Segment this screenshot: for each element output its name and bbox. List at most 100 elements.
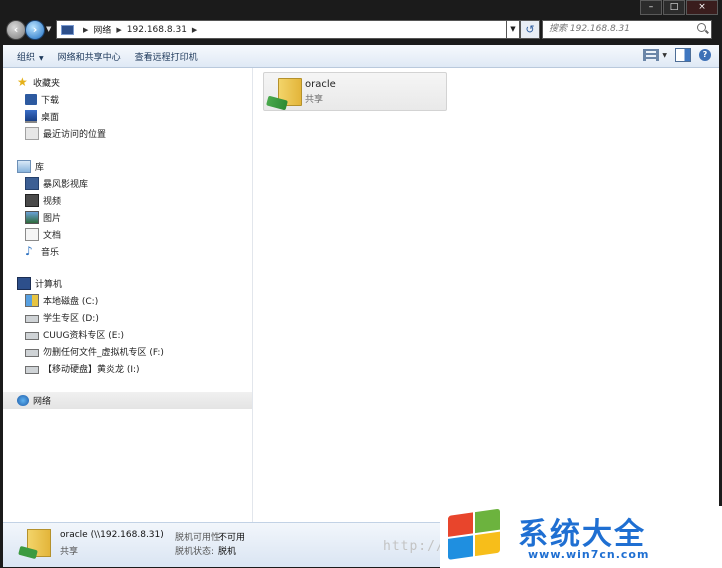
breadcrumb-network[interactable]: 网络	[93, 23, 111, 36]
sidebar-item-label: 下载	[41, 96, 60, 106]
organize-label: 组织	[17, 52, 36, 63]
download-icon	[25, 94, 37, 105]
library-icon	[17, 160, 31, 173]
favorites-header[interactable]: ★ 收藏夹	[3, 74, 252, 91]
watermark-logo: 系统大全 www.win7cn.com	[440, 506, 722, 568]
maximize-button[interactable]: □	[663, 0, 685, 15]
sidebar-item-label: 【移动硬盘】黄炎龙 (I:)	[43, 365, 140, 375]
back-button[interactable]: ‹	[6, 20, 26, 40]
sidebar-item-music[interactable]: ♪ 音乐	[3, 243, 252, 260]
search-icon[interactable]	[697, 23, 706, 32]
star-icon: ★	[17, 75, 28, 89]
close-button[interactable]: ×	[686, 0, 718, 15]
preview-pane-icon[interactable]	[675, 48, 691, 62]
search-input[interactable]	[543, 21, 689, 36]
document-icon	[25, 228, 39, 241]
watermark-title: 系统大全	[518, 517, 646, 552]
network-header[interactable]: 网络	[3, 392, 252, 409]
sidebar-item-drive-c[interactable]: 本地磁盘 (C:)	[3, 292, 252, 309]
refresh-button[interactable]: ↺	[520, 20, 540, 39]
disk-icon	[25, 315, 39, 323]
details-type: 共享	[60, 547, 79, 557]
sidebar-item-pictures[interactable]: 图片	[3, 209, 252, 226]
chevron-down-icon[interactable]: ▼	[662, 52, 667, 59]
sidebar-item-baofeng[interactable]: 暴风影视库	[3, 175, 252, 192]
computer-label: 计算机	[35, 280, 63, 290]
libraries-header[interactable]: 库	[3, 158, 252, 175]
picture-icon	[25, 211, 39, 224]
network-label: 网络	[33, 397, 52, 407]
sidebar-item-drive-i[interactable]: 【移动硬盘】黄炎龙 (I:)	[3, 360, 252, 377]
watermark-url: http://	[383, 539, 445, 554]
sidebar-item-label: 视频	[43, 197, 62, 207]
offline-availability-value: 不可用	[218, 533, 246, 543]
forward-button[interactable]: ›	[25, 20, 45, 40]
sidebar-item-videos[interactable]: 视频	[3, 192, 252, 209]
item-type: 共享	[305, 95, 324, 105]
refresh-icon: ↺	[525, 23, 535, 36]
sidebar-item-drive-d[interactable]: 学生专区 (D:)	[3, 309, 252, 326]
libraries-group: 库 暴风影视库 视频 图片 文档 ♪ 音乐	[3, 158, 252, 260]
video-icon	[25, 194, 39, 207]
minimize-button[interactable]: –	[640, 0, 662, 15]
recent-places-icon	[25, 127, 39, 140]
network-group: 网络	[3, 392, 252, 409]
offline-status-value: 脱机	[218, 547, 237, 557]
sidebar-item-label: 桌面	[41, 113, 60, 123]
sidebar-item-label: 图片	[43, 214, 62, 224]
sidebar-item-label: 学生专区 (D:)	[43, 314, 99, 324]
libraries-label: 库	[35, 163, 45, 173]
sidebar-item-recent[interactable]: 最近访问的位置	[3, 125, 252, 142]
list-item[interactable]: oracle 共享	[263, 72, 447, 111]
view-options-icon[interactable]	[643, 49, 660, 61]
computer-icon	[17, 277, 31, 290]
system-disk-icon	[25, 294, 39, 307]
sidebar-item-drive-f[interactable]: 勿删任何文件_虚拟机专区 (F:)	[3, 343, 252, 360]
sidebar-item-label: 本地磁盘 (C:)	[43, 297, 99, 307]
watermark-site: www.win7cn.com	[528, 548, 650, 561]
music-icon: ♪	[25, 244, 33, 258]
view-controls: ▼ ?	[635, 48, 711, 62]
help-icon[interactable]: ?	[699, 49, 711, 61]
arrow-left-icon: ‹	[13, 23, 19, 36]
sidebar-item-documents[interactable]: 文档	[3, 226, 252, 243]
sidebar-item-label: 音乐	[41, 248, 60, 258]
favorites-label: 收藏夹	[33, 79, 61, 89]
file-list: oracle 共享	[253, 68, 719, 522]
breadcrumb-host[interactable]: 192.168.8.31	[127, 25, 187, 35]
view-printers-button[interactable]: 查看远程打印机	[135, 50, 198, 63]
offline-availability-label: 脱机可用性:	[175, 533, 224, 543]
chevron-right-icon[interactable]: ▶	[116, 26, 121, 34]
command-bar: 组织 ▼ 网络和共享中心 查看远程打印机 ▼ ?	[3, 45, 719, 68]
favorites-group: ★ 收藏夹 下载 桌面 最近访问的位置	[3, 74, 252, 142]
details-name: oracle (\\192.168.8.31)	[60, 530, 164, 540]
windows-logo-icon	[448, 508, 504, 562]
sidebar-item-label: 暴风影视库	[43, 180, 89, 190]
explorer-window: – □ × ‹ › ▼ ▶ 网络 ▶ 192.168.8.31 ▶ ▼ ↺ 组织…	[0, 0, 722, 568]
address-row: ‹ › ▼ ▶ 网络 ▶ 192.168.8.31 ▶ ▼ ↺	[0, 18, 722, 42]
chevron-right-icon[interactable]: ▶	[83, 26, 88, 34]
address-dropdown-icon[interactable]: ▼	[506, 20, 520, 39]
sidebar-item-drive-e[interactable]: CUUG资料专区 (E:)	[3, 326, 252, 343]
chevron-right-icon[interactable]: ▶	[192, 26, 197, 34]
computer-header[interactable]: 计算机	[3, 275, 252, 292]
network-center-button[interactable]: 网络和共享中心	[58, 50, 121, 63]
chevron-down-icon: ▼	[39, 54, 44, 62]
sidebar-item-desktop[interactable]: 桌面	[3, 108, 252, 125]
organize-button[interactable]: 组织 ▼	[17, 50, 44, 63]
sidebar-item-label: CUUG资料专区 (E:)	[43, 331, 125, 341]
computer-icon	[61, 24, 74, 35]
video-library-icon	[25, 177, 39, 190]
search-box[interactable]	[542, 20, 712, 39]
offline-status-label: 脱机状态:	[175, 547, 215, 557]
address-bar[interactable]: ▶ 网络 ▶ 192.168.8.31 ▶	[56, 20, 518, 39]
caption-buttons: – □ ×	[639, 0, 718, 15]
history-dropdown-icon[interactable]: ▼	[46, 25, 51, 33]
sidebar-item-label: 文档	[43, 231, 62, 241]
item-name: oracle	[305, 79, 336, 90]
navigation-pane: ★ 收藏夹 下载 桌面 最近访问的位置 库 暴风影视库 视频 图片 文档 ♪ 音乐 …	[3, 68, 253, 522]
sidebar-item-downloads[interactable]: 下载	[3, 91, 252, 108]
disk-icon	[25, 332, 39, 340]
arrow-right-icon: ›	[32, 23, 38, 36]
sidebar-item-label: 最近访问的位置	[43, 130, 107, 140]
